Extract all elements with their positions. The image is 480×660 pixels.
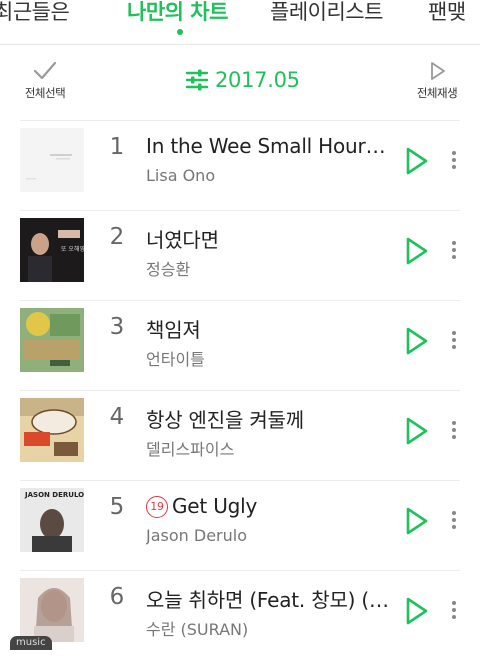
- tab-fan[interactable]: 팬맺: [428, 0, 466, 26]
- play-outline-icon: [431, 62, 445, 80]
- active-tab-indicator: [177, 29, 183, 35]
- selected-month: 2017.05: [215, 68, 300, 92]
- play-button[interactable]: [404, 146, 430, 176]
- tab-playlist[interactable]: 플레이리스트: [270, 0, 383, 26]
- album-cover: 또 오해영: [20, 218, 84, 282]
- song-list: 1 In the Wee Small Hours of the Morning …: [0, 120, 480, 660]
- song-title-text: Get Ugly: [172, 494, 258, 518]
- play-all-button[interactable]: 전체재생: [406, 60, 468, 101]
- sliders-icon: [185, 69, 209, 91]
- play-button[interactable]: [404, 416, 430, 446]
- album-cover: [20, 398, 84, 462]
- more-options-button[interactable]: [446, 148, 462, 176]
- play-button[interactable]: [404, 596, 430, 626]
- play-icon: [406, 507, 428, 535]
- rank-number: 3: [109, 314, 125, 340]
- song-row[interactable]: 4 항상 엔진을 켜둘께 델리스파이스: [0, 390, 480, 480]
- song-title[interactable]: 오늘 취하면 (Feat. 창모) (Prod. SUGA): [146, 584, 391, 613]
- watermark-label: music: [10, 636, 52, 650]
- play-button[interactable]: [404, 236, 430, 266]
- album-cover: [20, 578, 84, 642]
- artist-name[interactable]: 정승환: [146, 256, 391, 280]
- more-vertical-icon: [446, 511, 462, 529]
- rank-number: 6: [109, 584, 125, 610]
- artist-name[interactable]: Lisa Ono: [146, 166, 391, 185]
- album-cover: [20, 308, 84, 372]
- tab-my-chart[interactable]: 나만의 차트: [127, 0, 228, 26]
- play-button[interactable]: [404, 326, 430, 356]
- play-icon: [406, 597, 428, 625]
- song-title[interactable]: 너였다면: [146, 224, 391, 253]
- more-options-button[interactable]: [446, 508, 462, 536]
- play-icon: [406, 417, 428, 445]
- more-options-button[interactable]: [446, 238, 462, 266]
- play-icon: [406, 237, 428, 265]
- song-row[interactable]: 1 In the Wee Small Hours of the Morning …: [0, 120, 480, 210]
- more-options-button[interactable]: [446, 598, 462, 626]
- more-vertical-icon: [446, 601, 462, 619]
- album-cover-text: 또 오해영: [61, 245, 84, 253]
- chart-toolbar: 전체선택 2017.05 전체재생: [0, 46, 480, 120]
- play-all-label: 전체재생: [416, 86, 458, 100]
- play-icon: [406, 147, 428, 175]
- artist-name[interactable]: 언타이틀: [146, 346, 391, 370]
- select-all-label: 전체선택: [24, 86, 66, 100]
- song-row[interactable]: JASON DERULO 5 19 Get Ugly Jason Derulo: [0, 480, 480, 570]
- more-vertical-icon: [446, 331, 462, 349]
- top-tab-bar: 최근들은 나만의 차트 플레이리스트 팬맺: [0, 0, 480, 45]
- song-row[interactable]: 3 책임져 언타이틀: [0, 300, 480, 390]
- rank-number: 5: [109, 494, 125, 520]
- song-title[interactable]: In the Wee Small Hours of the Morning: [146, 134, 391, 158]
- more-options-button[interactable]: [446, 418, 462, 446]
- song-title[interactable]: 항상 엔진을 켜둘께: [146, 404, 391, 433]
- rank-number: 1: [109, 134, 125, 160]
- album-cover-text: JASON DERULO: [24, 491, 84, 499]
- more-options-button[interactable]: [446, 328, 462, 356]
- song-title[interactable]: 책임져: [146, 314, 391, 343]
- album-cover: JASON DERULO: [20, 488, 84, 552]
- more-vertical-icon: [446, 151, 462, 169]
- checkmark-icon: [33, 61, 57, 80]
- artist-name[interactable]: 델리스파이스: [146, 436, 391, 460]
- select-all-button[interactable]: 전체선택: [14, 60, 76, 101]
- tab-recent[interactable]: 최근들은: [0, 0, 70, 26]
- song-row[interactable]: 또 오해영 2 너였다면 정승환: [0, 210, 480, 300]
- song-title[interactable]: 19 Get Ugly: [146, 494, 391, 518]
- age-restriction-badge: 19: [146, 496, 168, 518]
- song-row[interactable]: 6 오늘 취하면 (Feat. 창모) (Prod. SUGA) 수란 (SUR…: [0, 570, 480, 660]
- artist-name[interactable]: Jason Derulo: [146, 526, 391, 545]
- month-filter-button[interactable]: 2017.05: [185, 68, 300, 92]
- more-vertical-icon: [446, 421, 462, 439]
- rank-number: 2: [109, 224, 125, 250]
- play-icon: [406, 327, 428, 355]
- album-cover: [20, 128, 84, 192]
- more-vertical-icon: [446, 241, 462, 259]
- artist-name[interactable]: 수란 (SURAN): [146, 616, 391, 640]
- rank-number: 4: [109, 404, 125, 430]
- play-button[interactable]: [404, 506, 430, 536]
